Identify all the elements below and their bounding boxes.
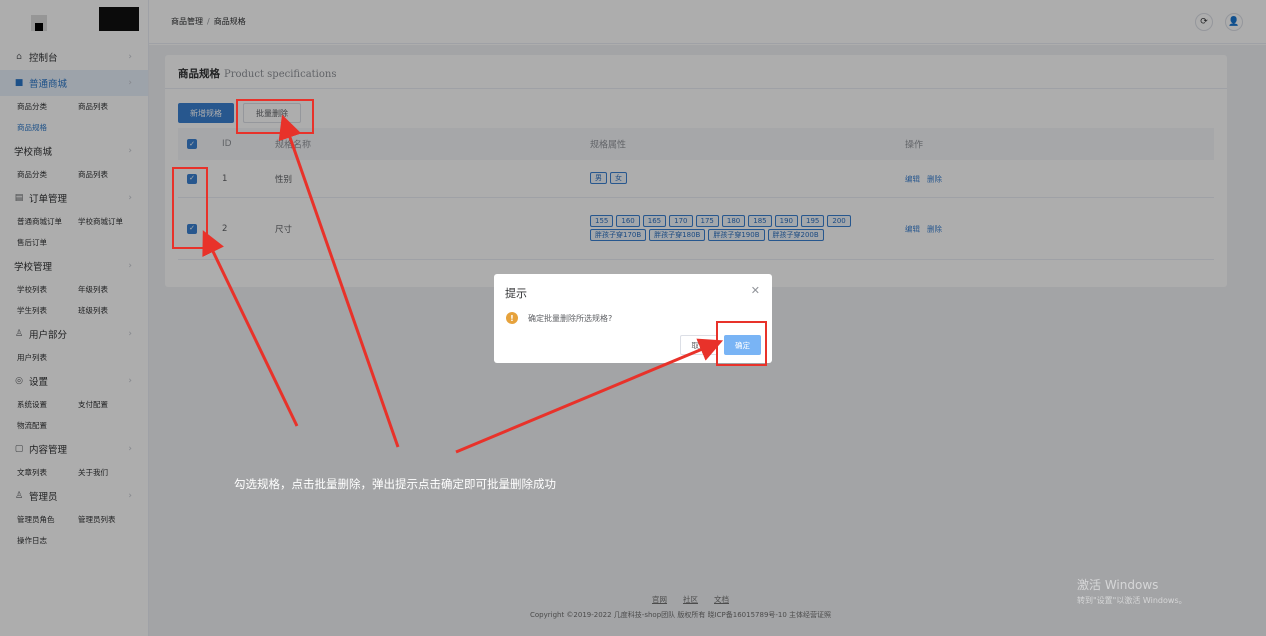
windows-activation-watermark: 激活 Windows 转到"设置"以激活 Windows。	[1077, 576, 1187, 606]
arrow-to-checkboxes	[202, 230, 299, 427]
annotation-arrows	[202, 114, 724, 454]
watermark-subtitle: 转到"设置"以激活 Windows。	[1077, 596, 1187, 605]
arrow-to-confirm	[455, 338, 724, 454]
arrow-to-batch-delete	[278, 114, 400, 448]
watermark-title: 激活 Windows	[1077, 578, 1159, 592]
annotation-text: 勾选规格，点击批量删除，弹出提示点击确定即可批量删除成功	[234, 477, 556, 491]
